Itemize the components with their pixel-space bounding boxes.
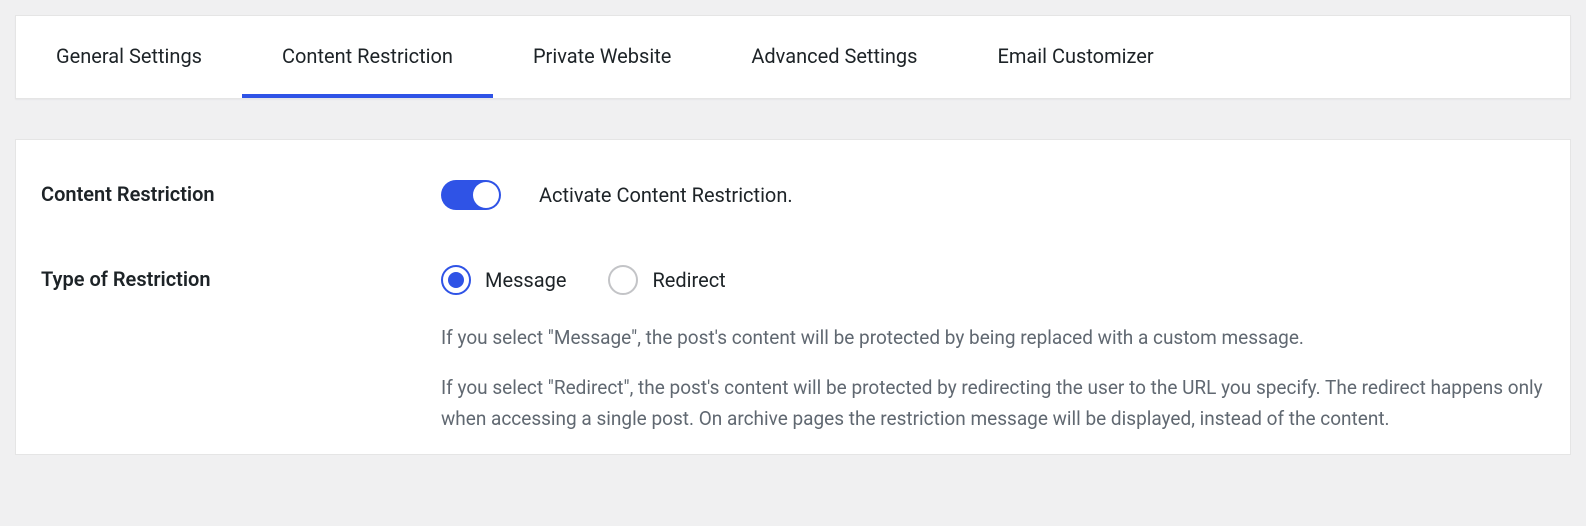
radio-label-message: Message — [485, 268, 566, 292]
help-text-message: If you select "Message", the post's cont… — [441, 323, 1545, 353]
tab-private-website[interactable]: Private Website — [493, 16, 711, 98]
settings-form: Content Restriction Activate Content Res… — [15, 139, 1571, 455]
radio-message[interactable] — [441, 265, 471, 295]
field-label-content-restriction: Content Restriction — [41, 180, 441, 206]
toggle-content-restriction[interactable] — [441, 180, 501, 210]
tab-general-settings[interactable]: General Settings — [16, 16, 242, 98]
radio-option-message[interactable]: Message — [441, 265, 566, 295]
help-text-redirect: If you select "Redirect", the post's con… — [441, 373, 1545, 434]
radio-option-redirect[interactable]: Redirect — [608, 265, 725, 295]
toggle-label-content-restriction: Activate Content Restriction. — [539, 183, 793, 207]
settings-tabs: General Settings Content Restriction Pri… — [15, 15, 1571, 99]
tab-email-customizer[interactable]: Email Customizer — [957, 16, 1193, 98]
tab-content-restriction[interactable]: Content Restriction — [242, 16, 493, 98]
radio-redirect[interactable] — [608, 265, 638, 295]
toggle-knob-icon — [473, 182, 499, 208]
tab-advanced-settings[interactable]: Advanced Settings — [711, 16, 957, 98]
field-type-of-restriction: Type of Restriction Message Redirect If … — [41, 265, 1545, 434]
radio-label-redirect: Redirect — [652, 268, 725, 292]
field-content-restriction: Content Restriction Activate Content Res… — [41, 180, 1545, 210]
field-label-type-of-restriction: Type of Restriction — [41, 265, 441, 291]
